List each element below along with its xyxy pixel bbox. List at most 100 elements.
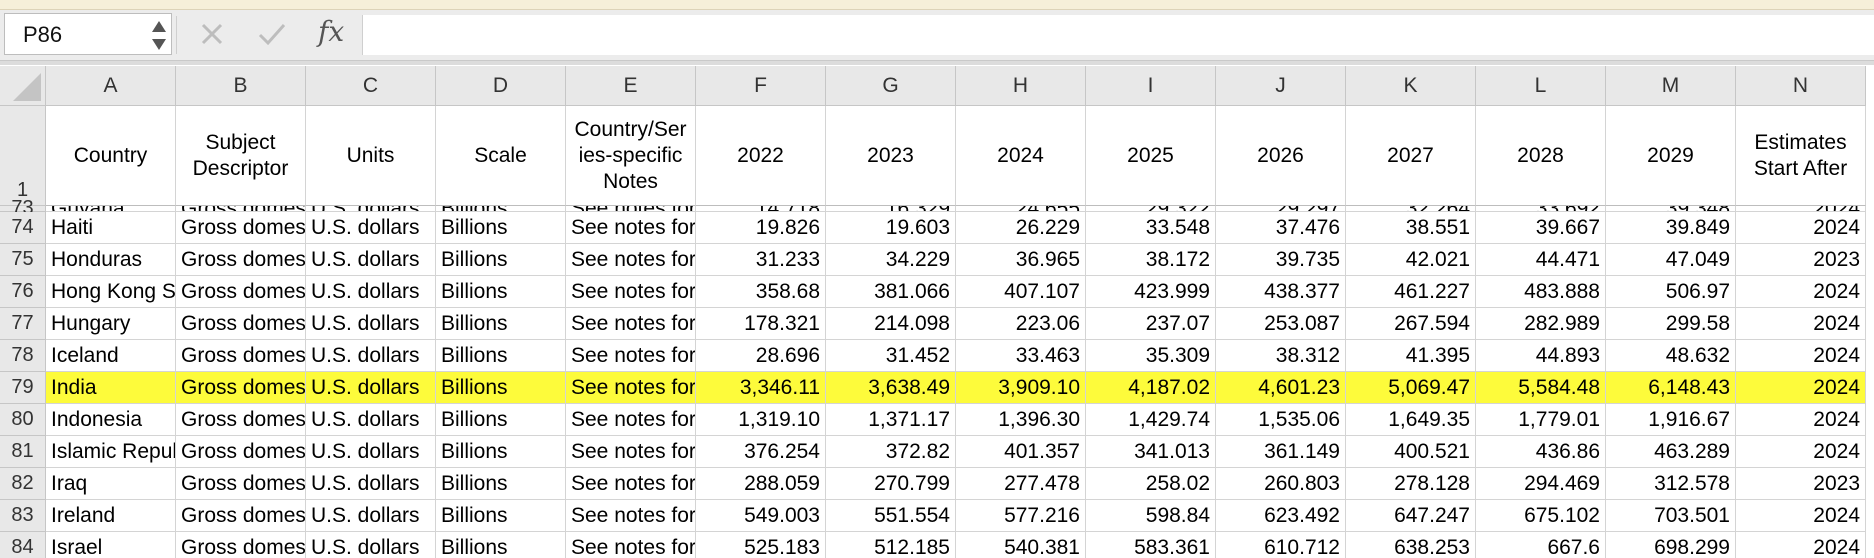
- cell-A74[interactable]: Haiti: [46, 212, 176, 244]
- cell-C77[interactable]: U.S. dollars: [306, 308, 436, 340]
- cell-D76[interactable]: Billions: [436, 276, 566, 308]
- row-header-84[interactable]: 84: [0, 532, 46, 558]
- cell-N75[interactable]: 2023: [1736, 244, 1866, 276]
- cell-G81[interactable]: 372.82: [826, 436, 956, 468]
- row-header-80[interactable]: 80: [0, 404, 46, 436]
- cell-M78[interactable]: 48.632: [1606, 340, 1736, 372]
- header-cell-D[interactable]: Scale: [436, 106, 566, 206]
- function-fx-icon[interactable]: fx: [318, 15, 344, 48]
- cell-C79[interactable]: U.S. dollars: [306, 372, 436, 404]
- header-cell-N[interactable]: Estimates Start After: [1736, 106, 1866, 206]
- cell-L84[interactable]: 667.6: [1476, 532, 1606, 558]
- cell-J75[interactable]: 39.735: [1216, 244, 1346, 276]
- header-cell-G[interactable]: 2023: [826, 106, 956, 206]
- header-cell-F[interactable]: 2022: [696, 106, 826, 206]
- cell-F74[interactable]: 19.826: [696, 212, 826, 244]
- cell-G80[interactable]: 1,371.17: [826, 404, 956, 436]
- name-box[interactable]: P86: [4, 13, 172, 55]
- cell-C83[interactable]: U.S. dollars: [306, 500, 436, 532]
- row-header-1[interactable]: 1: [0, 106, 46, 206]
- cell-J79[interactable]: 4,601.23: [1216, 372, 1346, 404]
- cell-C80[interactable]: U.S. dollars: [306, 404, 436, 436]
- cell-N78[interactable]: 2024: [1736, 340, 1866, 372]
- cell-E77[interactable]: See notes for: [566, 308, 696, 340]
- cell-C84[interactable]: U.S. dollars: [306, 532, 436, 558]
- row-header-79[interactable]: 79: [0, 372, 46, 404]
- cell-H78[interactable]: 33.463: [956, 340, 1086, 372]
- column-header-D[interactable]: D: [436, 66, 566, 106]
- cell-F79[interactable]: 3,346.11: [696, 372, 826, 404]
- cell-K76[interactable]: 461.227: [1346, 276, 1476, 308]
- cell-M76[interactable]: 506.97: [1606, 276, 1736, 308]
- cell-K78[interactable]: 41.395: [1346, 340, 1476, 372]
- cell-E76[interactable]: See notes for: [566, 276, 696, 308]
- cell-A80[interactable]: Indonesia: [46, 404, 176, 436]
- column-header-J[interactable]: J: [1216, 66, 1346, 106]
- cell-N76[interactable]: 2024: [1736, 276, 1866, 308]
- header-cell-M[interactable]: 2029: [1606, 106, 1736, 206]
- cell-A84[interactable]: Israel: [46, 532, 176, 558]
- header-cell-A[interactable]: Country: [46, 106, 176, 206]
- cell-J78[interactable]: 38.312: [1216, 340, 1346, 372]
- column-header-K[interactable]: K: [1346, 66, 1476, 106]
- cell-C81[interactable]: U.S. dollars: [306, 436, 436, 468]
- cell-L80[interactable]: 1,779.01: [1476, 404, 1606, 436]
- cell-H77[interactable]: 223.06: [956, 308, 1086, 340]
- cell-H83[interactable]: 577.216: [956, 500, 1086, 532]
- cell-L79[interactable]: 5,584.48: [1476, 372, 1606, 404]
- cell-H74[interactable]: 26.229: [956, 212, 1086, 244]
- cell-M83[interactable]: 703.501: [1606, 500, 1736, 532]
- cell-E75[interactable]: See notes for: [566, 244, 696, 276]
- cell-H81[interactable]: 401.357: [956, 436, 1086, 468]
- cell-E81[interactable]: See notes for: [566, 436, 696, 468]
- cell-K84[interactable]: 638.253: [1346, 532, 1476, 558]
- cell-B82[interactable]: Gross domestic product, current prices: [176, 468, 306, 500]
- column-header-B[interactable]: B: [176, 66, 306, 106]
- confirm-check-icon[interactable]: [253, 16, 291, 52]
- cell-B84[interactable]: Gross domestic product, current prices: [176, 532, 306, 558]
- column-header-I[interactable]: I: [1086, 66, 1216, 106]
- cell-K79[interactable]: 5,069.47: [1346, 372, 1476, 404]
- cell-G74[interactable]: 19.603: [826, 212, 956, 244]
- row-header-76[interactable]: 76: [0, 276, 46, 308]
- cell-H84[interactable]: 540.381: [956, 532, 1086, 558]
- cell-I74[interactable]: 33.548: [1086, 212, 1216, 244]
- row-header-78[interactable]: 78: [0, 340, 46, 372]
- cell-B79[interactable]: Gross domestic product, current prices: [176, 372, 306, 404]
- cell-C82[interactable]: U.S. dollars: [306, 468, 436, 500]
- cell-A76[interactable]: Hong Kong SAR: [46, 276, 176, 308]
- cell-G82[interactable]: 270.799: [826, 468, 956, 500]
- cell-F76[interactable]: 358.68: [696, 276, 826, 308]
- cell-M75[interactable]: 47.049: [1606, 244, 1736, 276]
- cell-F80[interactable]: 1,319.10: [696, 404, 826, 436]
- cell-F84[interactable]: 525.183: [696, 532, 826, 558]
- cell-I82[interactable]: 258.02: [1086, 468, 1216, 500]
- cell-L75[interactable]: 44.471: [1476, 244, 1606, 276]
- cell-D84[interactable]: Billions: [436, 532, 566, 558]
- cell-J80[interactable]: 1,535.06: [1216, 404, 1346, 436]
- cell-G79[interactable]: 3,638.49: [826, 372, 956, 404]
- cell-B81[interactable]: Gross domestic product, current prices: [176, 436, 306, 468]
- cell-M79[interactable]: 6,148.43: [1606, 372, 1736, 404]
- cell-J82[interactable]: 260.803: [1216, 468, 1346, 500]
- cancel-x-icon[interactable]: [193, 16, 231, 52]
- cell-E79[interactable]: See notes for: [566, 372, 696, 404]
- cell-B83[interactable]: Gross domestic product, current prices: [176, 500, 306, 532]
- column-header-M[interactable]: M: [1606, 66, 1736, 106]
- cell-F78[interactable]: 28.696: [696, 340, 826, 372]
- header-cell-B[interactable]: Subject Descriptor: [176, 106, 306, 206]
- column-header-A[interactable]: A: [46, 66, 176, 106]
- header-cell-K[interactable]: 2027: [1346, 106, 1476, 206]
- cell-J77[interactable]: 253.087: [1216, 308, 1346, 340]
- cell-I84[interactable]: 583.361: [1086, 532, 1216, 558]
- cell-H79[interactable]: 3,909.10: [956, 372, 1086, 404]
- column-header-G[interactable]: G: [826, 66, 956, 106]
- cell-I79[interactable]: 4,187.02: [1086, 372, 1216, 404]
- cell-D79[interactable]: Billions: [436, 372, 566, 404]
- cell-M82[interactable]: 312.578: [1606, 468, 1736, 500]
- cell-K77[interactable]: 267.594: [1346, 308, 1476, 340]
- cell-N74[interactable]: 2024: [1736, 212, 1866, 244]
- cell-J76[interactable]: 438.377: [1216, 276, 1346, 308]
- cell-G83[interactable]: 551.554: [826, 500, 956, 532]
- cell-D81[interactable]: Billions: [436, 436, 566, 468]
